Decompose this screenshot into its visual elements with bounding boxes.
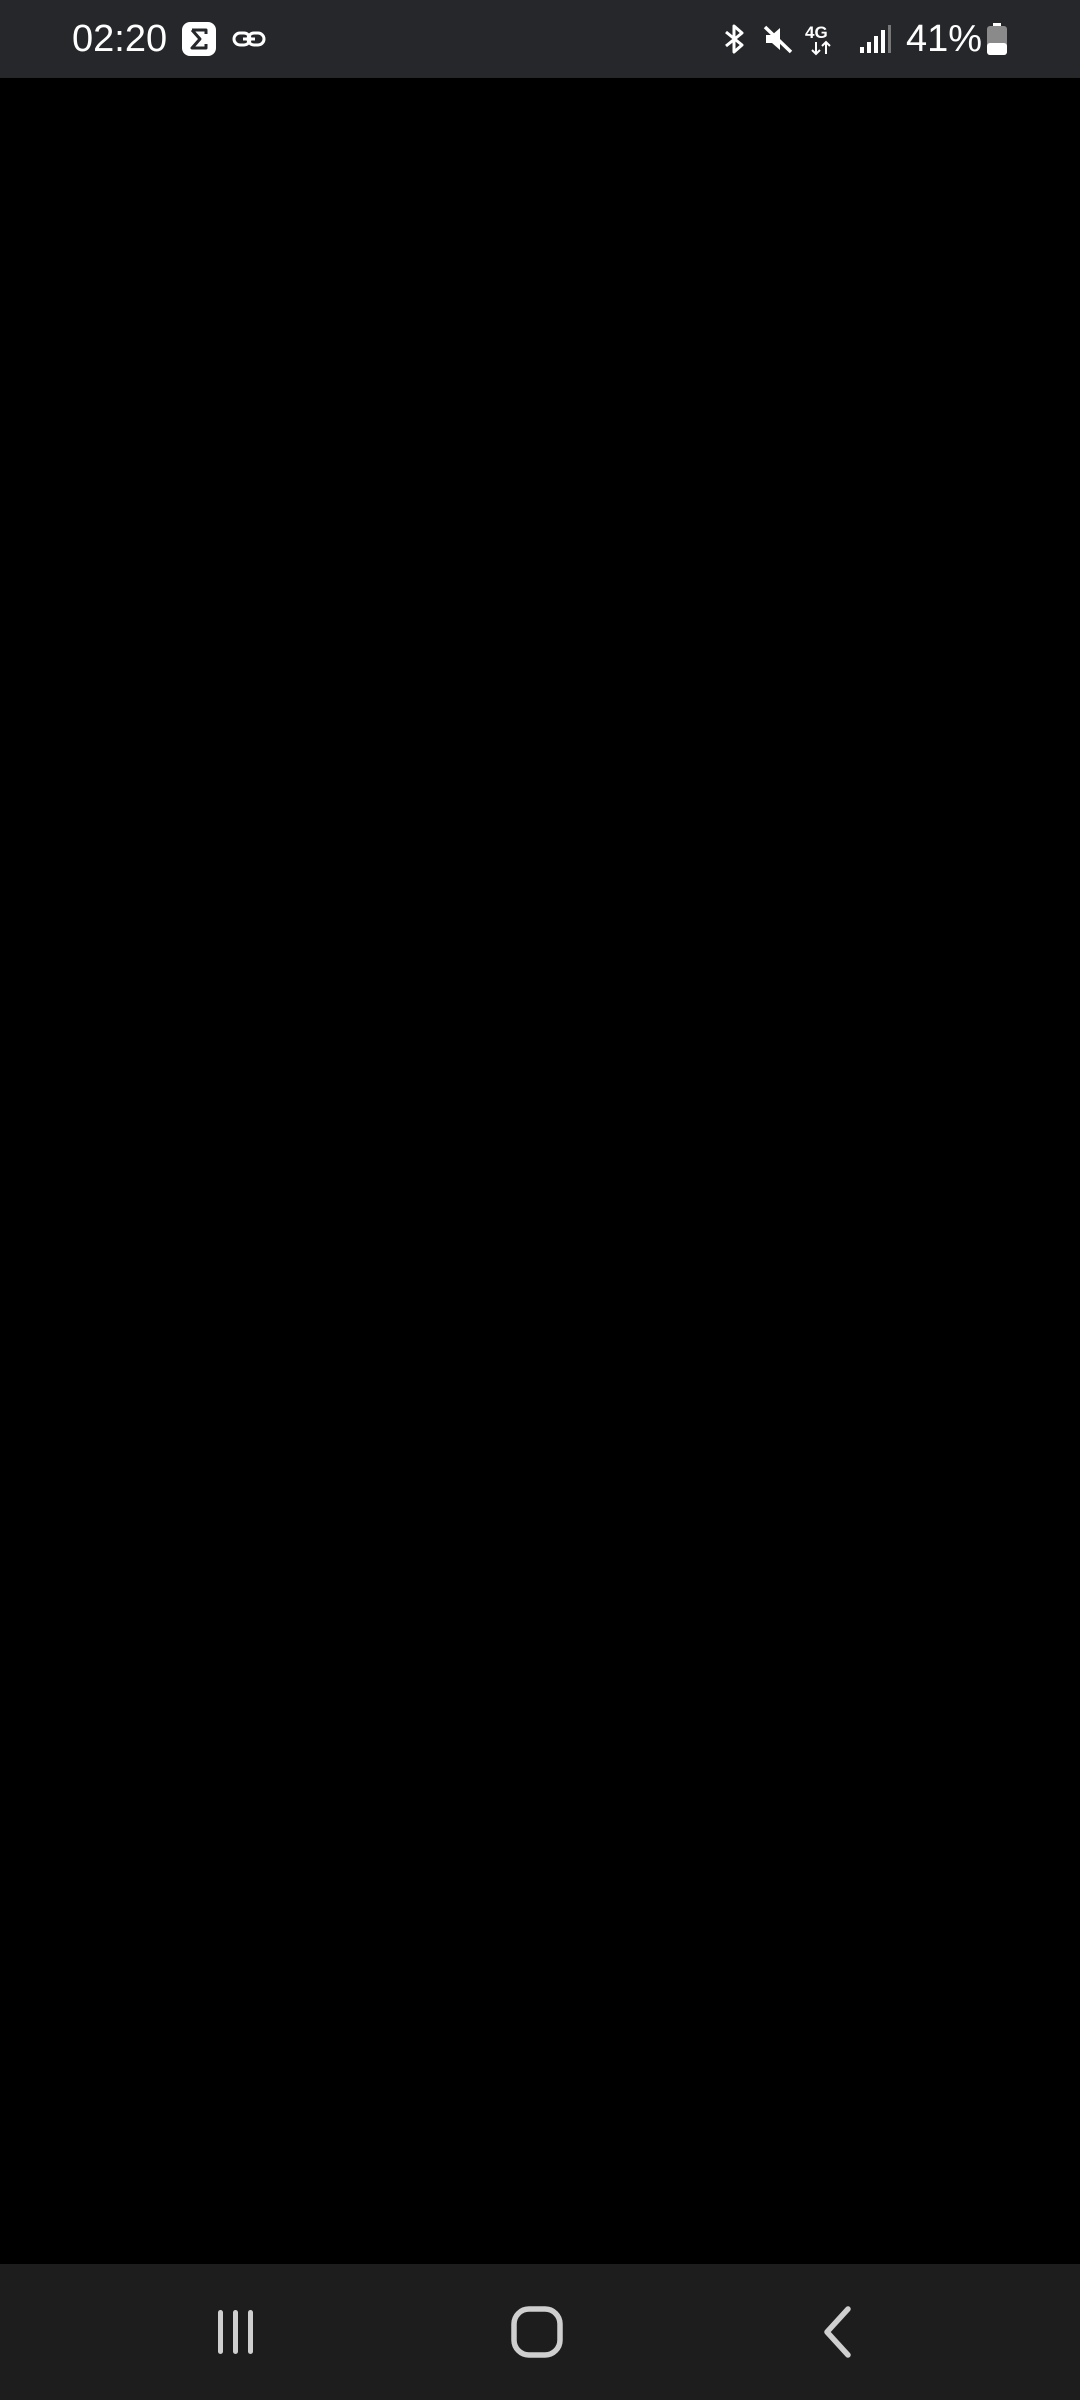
home-icon (511, 2306, 563, 2358)
status-time: 02:20 (72, 17, 168, 60)
back-icon (824, 2306, 851, 2358)
home-button[interactable] (457, 2264, 617, 2400)
phone-screen: 02:20 4G 41% (0, 0, 1080, 2400)
app-content-area[interactable] (0, 78, 1080, 2264)
bluetooth-icon (716, 21, 752, 57)
navigation-bar (0, 2264, 1080, 2400)
recents-icon (218, 2310, 253, 2354)
back-button[interactable] (760, 2264, 920, 2400)
network-label: 4G (805, 23, 828, 42)
mobile-data-icon: 4G (804, 21, 848, 57)
signal-icon (856, 21, 892, 57)
link-icon (231, 21, 267, 57)
battery-icon (986, 21, 1008, 57)
battery-percent: 41% (905, 17, 982, 60)
sigma-app-icon (181, 21, 217, 57)
mute-icon (760, 21, 796, 57)
status-left: 02:20 (72, 0, 267, 78)
status-bar: 02:20 4G 41% (0, 0, 1080, 78)
recents-button[interactable] (155, 2264, 315, 2400)
status-right: 4G 41% (708, 0, 1008, 78)
